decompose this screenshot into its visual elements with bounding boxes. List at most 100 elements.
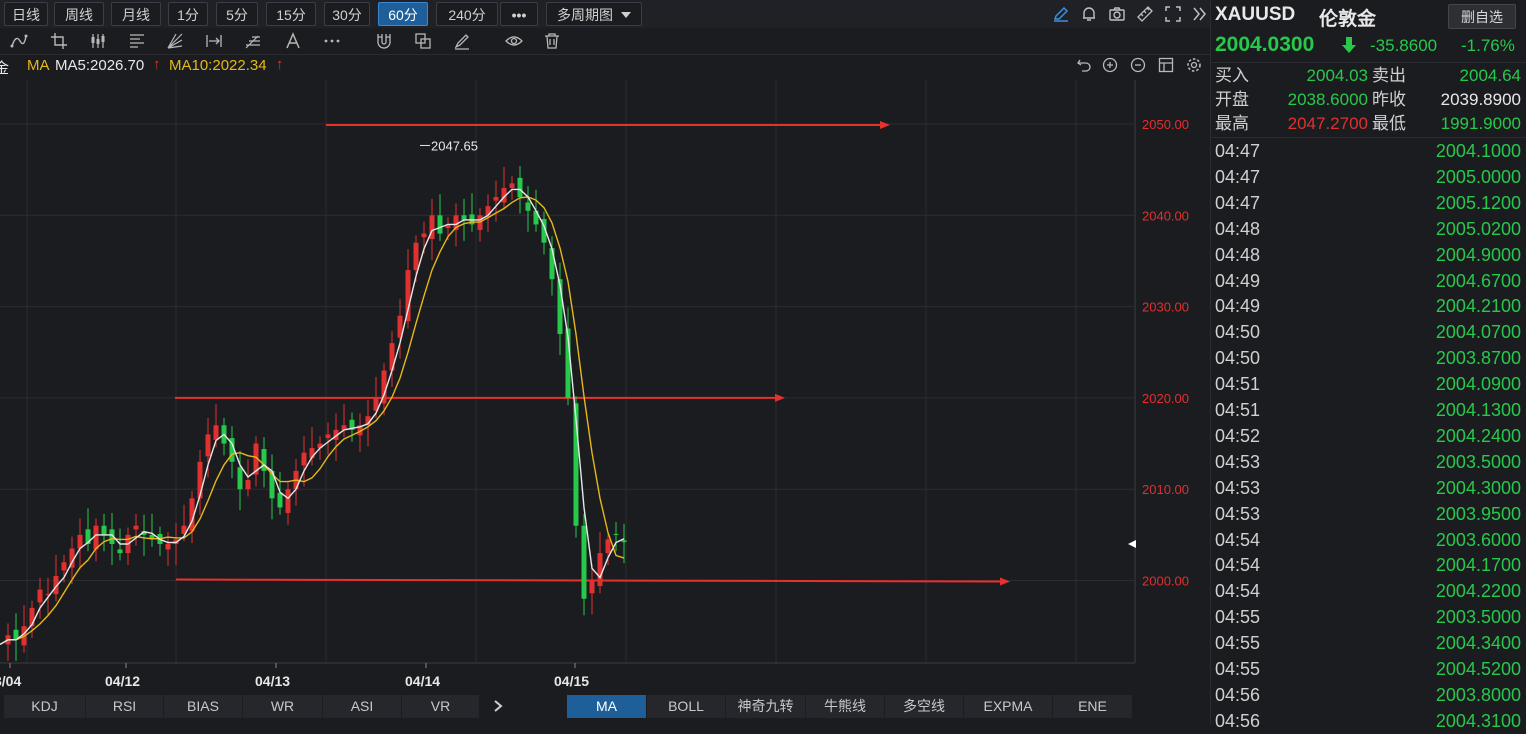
indicator-tab-0[interactable]: KDJ [4,695,86,718]
candle-body [621,540,627,543]
arrow-head-icon [775,393,785,402]
period-button-1[interactable]: 周线 [54,2,104,26]
indicator-tab-2[interactable]: BIAS [164,695,243,718]
quote-panel: XAUUSD 伦敦金 删自选 2004.0300 -35.8600 -1.76%… [1210,0,1526,731]
tick-price: 2004.0700 [1435,322,1521,343]
candle-body [133,525,139,530]
indicator-tab-9[interactable]: 牛熊线 [806,695,885,718]
tick-price: 2003.5000 [1435,607,1521,628]
fan-tool-icon[interactable] [166,32,184,50]
indicator-tab-5[interactable]: VR [402,695,480,718]
tick-time: 04:55 [1215,633,1261,654]
collapse-panel-icon[interactable] [1190,5,1208,23]
period-button-4[interactable]: 5分 [216,2,258,26]
tick-time: 04:48 [1215,244,1261,265]
tick-row: 04:55 2004.5200 [1215,656,1521,682]
candle-body [213,425,219,440]
indicator-tab-11[interactable]: EXPMA [964,695,1053,718]
text-tool-icon[interactable] [284,32,302,50]
tick-price: 2004.1700 [1435,555,1521,576]
period-button-0[interactable]: 日线 [4,2,48,26]
tick-price: 2004.3400 [1435,633,1521,654]
x-tick-label: 04/12 [105,673,140,689]
chevron-right-icon[interactable] [491,699,505,713]
pitchfork-tool-icon[interactable] [244,32,262,50]
eye-icon[interactable] [505,32,523,50]
tick-time: 04:47 [1215,141,1261,161]
fullscreen-icon[interactable] [1164,5,1182,23]
curve-tool-icon[interactable] [10,32,28,50]
crop-tool-icon[interactable] [50,32,68,50]
x-tick-label: 04/14 [405,673,440,689]
period-button-7[interactable]: 60分 [378,2,428,26]
tick-price: 2003.8700 [1435,348,1521,369]
candle-body [205,434,211,457]
lock-drawing-icon[interactable] [414,32,432,50]
measure-tool-icon[interactable] [205,32,223,50]
chart-canvas[interactable]: 2050.00 2040.00 2030.00 2020.00 2010.00 2000.… [0,80,1210,693]
undo-icon[interactable] [1076,57,1092,73]
zoom-out-icon[interactable] [1130,57,1146,73]
settings-gear-icon[interactable] [1186,57,1202,73]
candle-body [613,533,619,535]
indicator-tab-4[interactable]: ASI [323,695,402,718]
bell-icon[interactable] [1080,5,1098,23]
ma10-line [0,196,625,646]
period-button-5[interactable]: 15分 [266,2,316,26]
tick-time: 04:50 [1215,322,1261,343]
tick-price: 2004.2100 [1435,296,1521,317]
indicator-tab-1[interactable]: RSI [86,695,164,718]
y-tick-label: 2050.00 [1142,117,1189,132]
tick-time: 04:54 [1215,529,1261,550]
camera-icon[interactable] [1108,5,1126,23]
layout-icon[interactable] [1158,57,1174,73]
ma-label: MA [27,57,50,74]
tick-price: 2003.9500 [1435,503,1521,524]
candle-body [101,525,107,535]
zoom-in-icon[interactable] [1102,57,1118,73]
drawn-price-line[interactable] [175,578,1003,583]
high-price: 2047.2700 [1287,114,1368,133]
tick-time: 04:55 [1215,607,1261,628]
candle-body [493,197,499,201]
tick-row: 04:53 2003.9500 [1215,501,1521,527]
period-button-8[interactable]: 240分 [436,2,498,26]
remove-watchlist-button[interactable]: 删自选 [1448,4,1516,29]
period-button-3[interactable]: 1分 [168,2,208,26]
candle-body [517,177,523,198]
magnet-icon[interactable] [375,32,393,50]
candle-body [37,589,43,603]
indicator-tab-10[interactable]: 多空线 [885,695,964,718]
indicator-tab-7[interactable]: BOLL [647,695,726,718]
tick-row: 04:48 2004.9000 [1215,242,1521,268]
bid-ask-row: 买入 2004.03 卖出 2004.64 [1215,64,1521,88]
candle-body [597,553,603,586]
tick-row: 04:50 2003.8700 [1215,345,1521,371]
period-button-6[interactable]: 30分 [324,2,370,26]
chevron-down-icon [621,12,631,18]
open-prevclose-row: 开盘 2038.6000 昨收 2039.8900 [1215,88,1521,112]
tick-row: 04:49 2004.2100 [1215,293,1521,319]
pencil-icon[interactable] [1052,5,1070,23]
period-button-2[interactable]: 月线 [111,2,161,26]
tick-price: 2004.0900 [1435,374,1521,395]
more-tools-icon[interactable] [323,32,341,50]
brush-icon[interactable] [453,32,471,50]
indicator-tab-12[interactable]: ENE [1053,695,1133,718]
indicator-tab-3[interactable]: WR [243,695,323,718]
candle-tool-icon[interactable] [89,32,107,50]
ruler-icon[interactable] [1136,5,1154,23]
fibonacci-tool-icon[interactable] [128,32,146,50]
candle-body [413,242,419,271]
tick-time: 04:47 [1215,166,1261,187]
indicator-tab-6[interactable]: MA [567,695,647,718]
candlestick-chart[interactable]: 2050.00 2040.00 2030.00 2020.00 2010.00 2000.… [0,80,1210,693]
multi-period-dropdown[interactable]: 多周期图 [546,2,642,26]
more-periods-button[interactable]: ••• [500,2,538,26]
indicator-tab-8[interactable]: 神奇九转 [726,695,806,718]
tick-time: 04:52 [1215,425,1261,446]
trash-icon[interactable] [543,32,561,50]
tick-price: 2005.1200 [1435,192,1521,213]
y-tick-label: 2030.00 [1142,300,1189,315]
candle-body [605,539,611,554]
